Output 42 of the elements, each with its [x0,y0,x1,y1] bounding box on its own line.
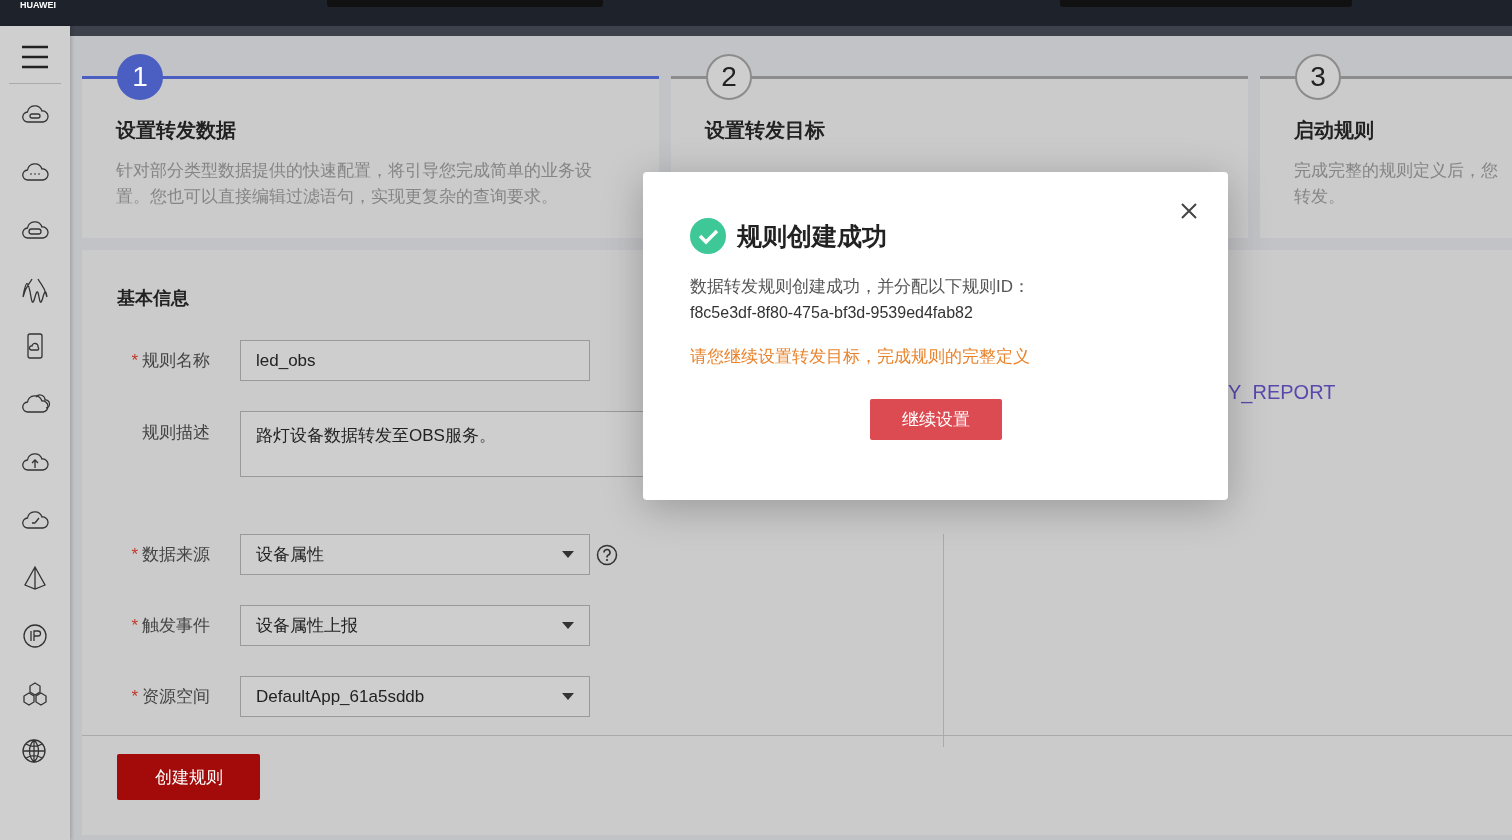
top-bar-field[interactable] [1060,0,1352,7]
step-description: 完成完整的规则定义后，您 [1294,160,1499,182]
step-description: 转发。 [1294,186,1346,208]
field-label: 规则名称 [142,350,210,372]
step-number: 3 [1295,54,1341,100]
field-label: 数据来源 [142,544,210,566]
brand-label: HUAWEI [20,0,56,11]
required-mark: * [131,350,138,371]
section-title: 基本信息 [117,288,189,308]
continue-button[interactable]: 继续设置 [870,399,1002,440]
field-label: 资源空间 [142,686,210,708]
step-title: 设置转发目标 [705,118,826,143]
rule-id-text: f8c5e3df-8f80-475a-bf3d-9539ed4fab82 [690,303,974,323]
select-field[interactable]: 设备属性上报 [240,605,590,646]
help-icon[interactable] [596,543,618,566]
step-title: 设置转发数据 [116,118,237,143]
required-mark: * [131,615,138,636]
step-number: 1 [117,54,163,100]
create-rule-button[interactable]: 创建规则 [117,754,260,800]
dialog-hint: 请您继续设置转发目标，完成规则的完整定义 [690,346,1031,368]
ip-icon[interactable] [20,621,50,651]
caret-icon [562,693,574,700]
step-title: 启动规则 [1294,118,1375,143]
close-icon[interactable] [1180,202,1198,220]
dialog-message: 数据转发规则创建成功，并分配以下规则ID： [690,276,1031,298]
success-check-icon [690,218,726,254]
select-field[interactable]: DefaultApp_61a5sddb [240,676,590,717]
step-description: 置。您也可以直接编辑过滤语句，实现更复杂的查询要求。 [116,186,559,208]
field-label: 规则描述 [142,422,210,444]
caret-icon [562,622,574,629]
step-number: 2 [706,54,752,100]
step-description: 针对部分类型数据提供的快速配置，将引导您完成简单的业务设 [116,160,593,182]
field-label: 触发事件 [142,615,210,637]
event-type-text: Y_REPORT [1228,381,1336,403]
caret-icon [562,551,574,558]
top-bar-field[interactable] [327,0,603,7]
required-mark: * [131,544,138,565]
menu-icon[interactable] [21,45,49,69]
select-field[interactable]: 设备属性 [240,534,590,575]
dialog-title: 规则创建成功 [737,220,887,252]
input-field[interactable]: led_obs [240,340,590,381]
required-mark: * [131,686,138,707]
